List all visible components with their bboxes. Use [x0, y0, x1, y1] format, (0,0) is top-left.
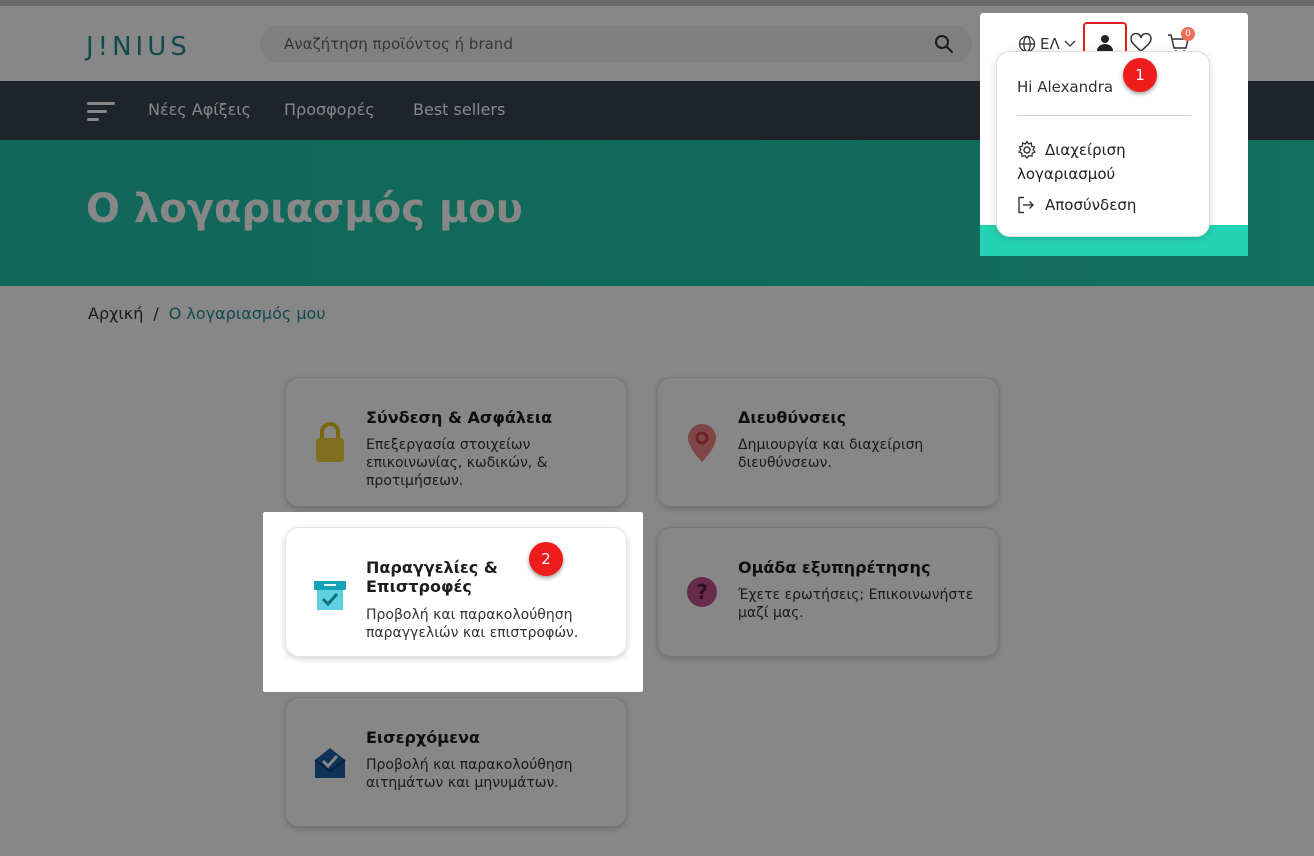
nav-link-new-arrivals[interactable]: Νέες Αφίξεις [148, 100, 251, 119]
location-pin-icon [688, 424, 716, 462]
card-orders-returns[interactable]: Παραγγελίες & Επιστροφές Προβολή και παρ… [285, 527, 627, 657]
step-marker-1: 1 [1123, 58, 1157, 92]
manage-account-link[interactable]: Διαχείριση λογαριασμού [1017, 138, 1197, 186]
card-login-security[interactable]: Σύνδεση & Ασφάλεια Επεξεργασία στοιχείων… [285, 377, 627, 507]
highlight-header-actions: ΕΛ 0 Hi Alexandra Διαχείριση λογαριασμού [980, 13, 1248, 256]
gear-icon [1017, 140, 1037, 160]
user-icon [1097, 35, 1113, 51]
card-description: Δημιουργία και διαχείριση διευθύνσεων. [738, 437, 924, 471]
search-icon[interactable] [934, 34, 954, 54]
search-input[interactable] [284, 25, 924, 63]
order-box-icon [314, 581, 346, 610]
page-title: Ο λογαριασμός μου [86, 186, 523, 232]
card-title: Ομάδα εξυπηρέτησης [738, 558, 931, 577]
heart-wishlist-icon[interactable] [1130, 33, 1152, 53]
step-marker-2: 2 [529, 542, 563, 576]
site-logo[interactable]: J!NIUS [86, 32, 191, 62]
card-description: Προβολή και παρακολούθηση αιτημάτων και … [366, 757, 573, 791]
logout-label: Αποσύνδεση [1045, 196, 1137, 214]
lock-icon [316, 422, 344, 462]
card-title: Σύνδεση & Ασφάλεια [366, 408, 553, 427]
card-description: Επεξεργασία στοιχείων επικοινωνίας, κωδι… [366, 437, 548, 489]
help-question-icon: ? [687, 577, 717, 607]
card-addresses[interactable]: Διευθύνσεις Δημιουργία και διαχείριση δι… [657, 377, 999, 507]
user-greeting: Hi Alexandra [1017, 78, 1114, 96]
card-description: Έχετε ερωτήσεις; Επικοινωνήστε μαζί μας. [738, 587, 974, 621]
chevron-down-icon [1064, 40, 1076, 47]
svg-text:?: ? [696, 580, 708, 604]
breadcrumb: Αρχική / Ο λογαριασμός μου [88, 304, 326, 323]
nav-link-best-sellers[interactable]: Best sellers [413, 100, 505, 119]
breadcrumb-current: Ο λογαριασμός μου [168, 304, 326, 323]
hamburger-menu-icon[interactable] [87, 101, 117, 123]
menu-divider [1017, 115, 1191, 116]
card-title: Εισερχόμενα [366, 728, 480, 747]
logout-icon [1018, 196, 1034, 214]
card-inbox[interactable]: Εισερχόμενα Προβολή και παρακολούθηση αι… [285, 697, 627, 827]
inbox-envelope-icon [314, 748, 346, 778]
card-customer-service[interactable]: ? Ομάδα εξυπηρέτησης Έχετε ερωτήσεις; Επ… [657, 527, 999, 657]
card-title: Διευθύνσεις [738, 408, 847, 427]
card-description: Προβολή και παρακολούθηση παραγγελιών κα… [366, 607, 579, 641]
breadcrumb-separator: / [153, 304, 159, 323]
user-dropdown-menu: Hi Alexandra Διαχείριση λογαριασμού Αποσ… [996, 51, 1210, 237]
search-bar [260, 25, 972, 63]
card-title: Παραγγελίες & Επιστροφές [366, 558, 498, 596]
cart-count-badge: 0 [1181, 27, 1195, 41]
logout-link[interactable]: Αποσύνδεση [1017, 196, 1136, 214]
nav-link-offers[interactable]: Προσφορές [284, 100, 375, 119]
breadcrumb-home[interactable]: Αρχική [88, 304, 143, 323]
